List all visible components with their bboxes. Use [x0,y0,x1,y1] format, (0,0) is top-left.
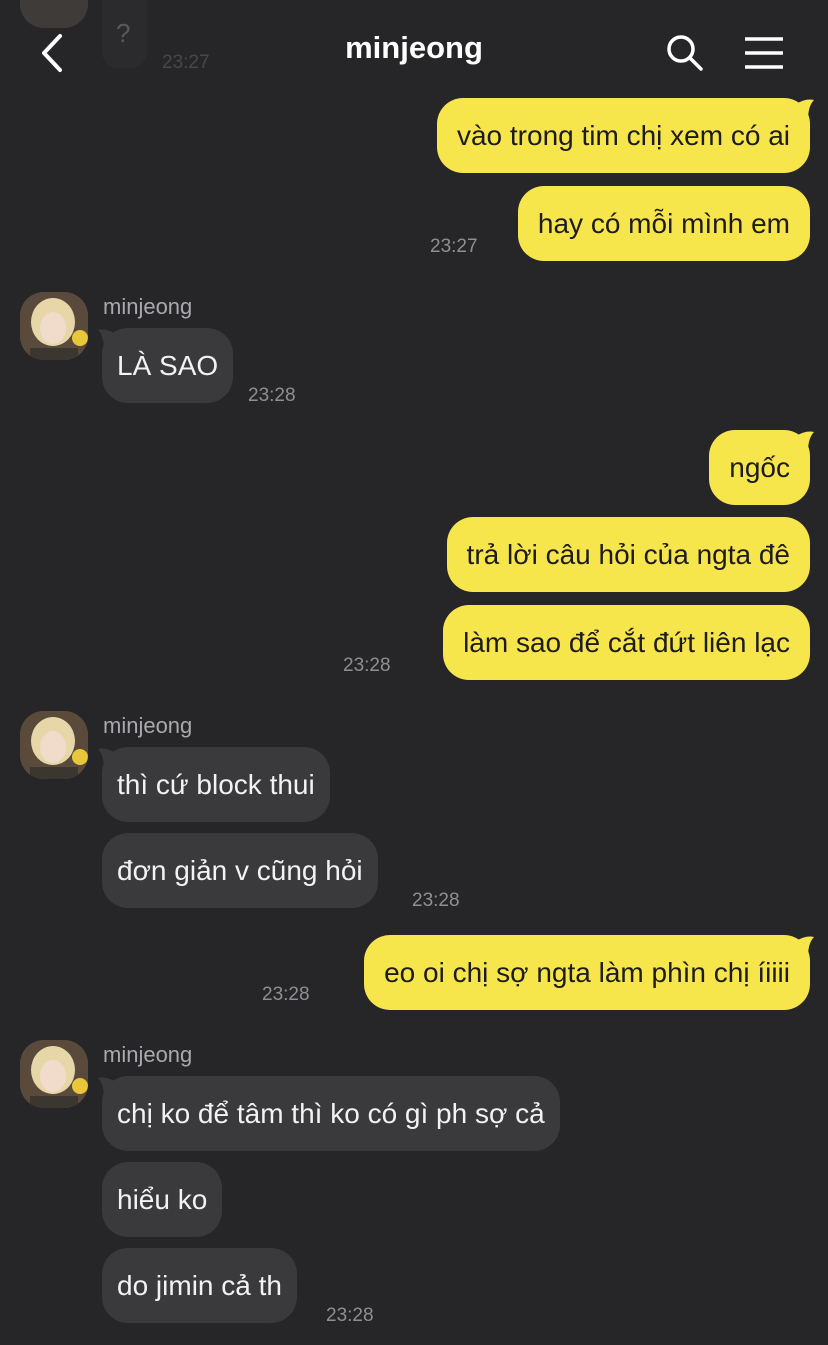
outgoing-message[interactable]: làm sao để cắt đứt liên lạc [443,605,810,680]
menu-icon [745,37,783,69]
sender-name: minjeong [103,713,193,738]
bubble-tail [98,748,116,769]
bubble-tail [796,99,814,120]
message-time: 23:28 [343,655,391,676]
previous-avatar [20,0,88,28]
incoming-message[interactable]: do jimin cả th [102,1248,297,1323]
search-button[interactable] [660,28,710,78]
message-time: 23:27 [430,236,478,257]
sender-name: minjeong [103,1042,193,1067]
avatar-photo [20,292,88,360]
menu-button[interactable] [738,28,790,78]
incoming-message[interactable]: chị ko để tâm thì ko có gì ph sợ cả [102,1076,560,1151]
message-time: 23:28 [248,385,296,406]
avatar[interactable] [20,711,88,779]
bubble-tail [796,936,814,957]
avatar[interactable] [20,292,88,360]
incoming-message[interactable]: hiểu ko [102,1162,223,1237]
bubble-tail [98,329,116,350]
avatar-photo [20,1040,88,1108]
message-time: 23:28 [262,984,310,1005]
avatar-photo [20,711,88,779]
message-time: 23:28 [412,890,460,911]
outgoing-message[interactable]: eo oi chị sợ ngta làm phìn chị íiiii [364,935,810,1010]
outgoing-message[interactable]: vào trong tim chị xem có ai [436,98,810,173]
incoming-message[interactable]: đơn giản v cũng hỏi [102,833,378,908]
message-time: 23:28 [326,1305,374,1326]
sender-name: minjeong [103,294,193,319]
outgoing-message[interactable]: hay có mỗi mình em [517,186,810,261]
incoming-message[interactable]: LÀ SAO [102,328,234,403]
bubble-tail [98,1077,116,1098]
search-icon [667,35,703,71]
bubble-tail [796,431,814,452]
outgoing-message[interactable]: ngốc [709,430,810,505]
incoming-message[interactable]: thì cứ block thui [102,747,330,822]
avatar[interactable] [20,1040,88,1108]
outgoing-message[interactable]: trả lời câu hỏi của ngta đê [446,517,810,592]
